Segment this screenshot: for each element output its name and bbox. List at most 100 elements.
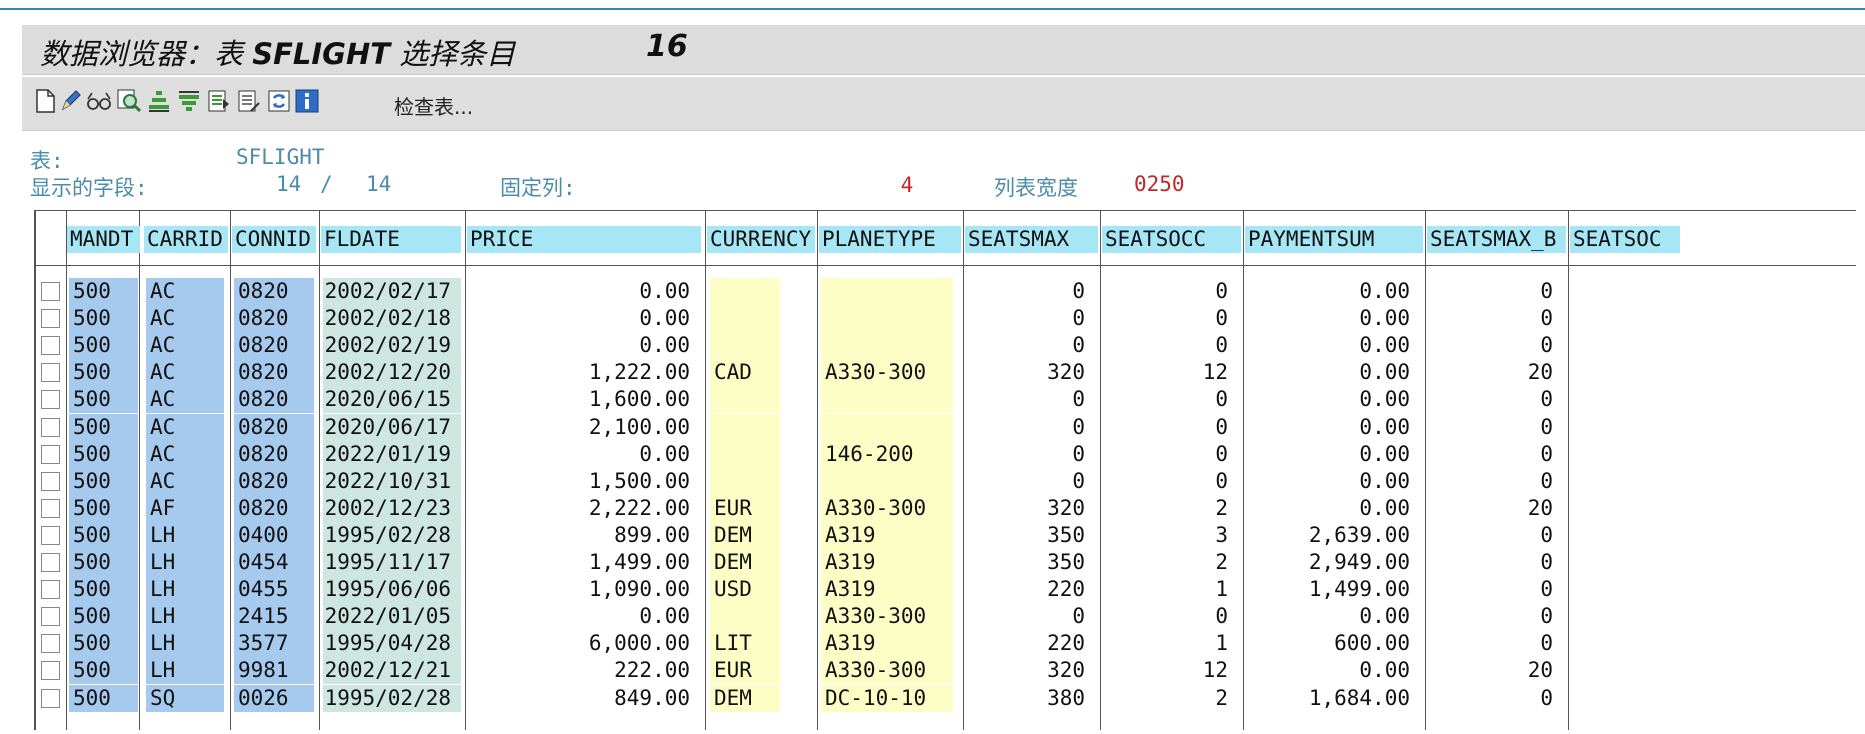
cell-seatsmax_b[interactable]: 0 — [1430, 630, 1563, 657]
cell-seatsmax[interactable]: 220 — [967, 630, 1095, 657]
cell-mandt[interactable]: 500 — [69, 278, 138, 305]
column-header-seatsmax_b[interactable]: SEATSMAX_B — [1427, 226, 1566, 253]
cell-seatsmax_b[interactable]: 0 — [1430, 685, 1563, 712]
cell-connid[interactable]: 0455 — [234, 576, 314, 604]
cell-currency[interactable] — [710, 278, 780, 305]
cell-connid[interactable]: 3577 — [234, 630, 314, 658]
cell-seatsmax_b[interactable]: 0 — [1430, 603, 1563, 630]
cell-seatsocc[interactable]: 0 — [1105, 278, 1238, 305]
cell-connid[interactable]: 0454 — [234, 549, 314, 576]
cell-mandt[interactable]: 500 — [69, 386, 138, 414]
cell-planetype[interactable] — [821, 305, 953, 333]
cell-carrid[interactable]: LH — [146, 630, 224, 658]
cell-seatsmax[interactable]: 350 — [967, 522, 1095, 549]
cell-seatsmax[interactable]: 0 — [967, 414, 1095, 441]
row-select-checkbox[interactable] — [41, 471, 60, 491]
row-select-checkbox[interactable] — [41, 661, 60, 681]
cell-connid[interactable]: 9981 — [234, 657, 314, 685]
cell-planetype[interactable]: A319 — [821, 549, 953, 576]
cell-currency[interactable]: DEM — [710, 521, 780, 549]
check-table-button[interactable]: 检查表... — [394, 91, 473, 120]
cell-mandt[interactable]: 500 — [69, 603, 138, 631]
cell-fldate[interactable]: 2002/12/23 — [323, 494, 461, 522]
cell-paymentsum[interactable]: 2,639.00 — [1248, 522, 1420, 549]
column-header-carrid[interactable]: CARRID — [144, 226, 228, 253]
cell-paymentsum[interactable]: 0.00 — [1248, 386, 1420, 413]
cell-seatsmax[interactable]: 380 — [967, 685, 1095, 712]
cell-seatsmax_b[interactable]: 0 — [1430, 332, 1563, 359]
row-select-checkbox[interactable] — [41, 390, 60, 410]
magnifier-icon[interactable] — [116, 88, 142, 114]
cell-currency[interactable] — [710, 603, 780, 631]
row-select-checkbox[interactable] — [41, 309, 60, 329]
cell-price[interactable]: 0.00 — [470, 603, 700, 630]
cell-price[interactable]: 1,222.00 — [470, 359, 700, 386]
row-select-checkbox[interactable] — [41, 282, 60, 301]
cell-price[interactable]: 6,000.00 — [470, 630, 700, 657]
cell-mandt[interactable]: 500 — [69, 332, 138, 360]
cell-mandt[interactable]: 500 — [69, 440, 138, 468]
cell-seatsmax[interactable]: 0 — [967, 386, 1095, 413]
cell-connid[interactable]: 0820 — [234, 332, 314, 360]
cell-connid[interactable]: 0820 — [234, 305, 314, 333]
pencil-icon[interactable] — [58, 88, 84, 114]
cell-seatsmax[interactable]: 0 — [967, 332, 1095, 359]
refresh-icon[interactable] — [266, 88, 292, 114]
cell-planetype[interactable]: A330-300 — [821, 657, 953, 685]
cell-carrid[interactable]: AC — [146, 413, 224, 441]
cell-carrid[interactable]: AC — [146, 467, 224, 495]
cell-fldate[interactable]: 2020/06/15 — [323, 386, 461, 414]
row-select-checkbox[interactable] — [41, 688, 60, 708]
cell-paymentsum[interactable]: 1,499.00 — [1248, 576, 1420, 603]
cell-fldate[interactable]: 2022/01/05 — [323, 603, 461, 631]
cell-seatsocc[interactable]: 2 — [1105, 685, 1238, 712]
cell-seatsmax[interactable]: 0 — [967, 468, 1095, 495]
cell-planetype[interactable]: DC-10-10 — [821, 684, 953, 712]
cell-planetype[interactable]: A319 — [821, 521, 953, 549]
cell-connid[interactable]: 0820 — [234, 413, 314, 441]
cell-connid[interactable]: 0820 — [234, 440, 314, 468]
column-header-seatsmax[interactable]: SEATSMAX — [965, 226, 1098, 253]
sort-ascending-icon[interactable] — [146, 88, 172, 114]
cell-seatsocc[interactable]: 0 — [1105, 305, 1238, 332]
cell-seatsocc[interactable]: 3 — [1105, 522, 1238, 549]
row-select-checkbox[interactable] — [41, 607, 60, 627]
cell-seatsocc[interactable]: 0 — [1105, 386, 1238, 413]
cell-connid[interactable]: 0820 — [234, 467, 314, 495]
cell-mandt[interactable]: 500 — [69, 630, 138, 658]
cell-connid[interactable]: 0820 — [234, 278, 314, 305]
cell-planetype[interactable]: A330-300 — [821, 603, 953, 631]
glasses-icon[interactable] — [86, 88, 112, 114]
cell-carrid[interactable]: LH — [146, 603, 224, 631]
cell-planetype[interactable] — [821, 413, 953, 441]
cell-fldate[interactable]: 2002/02/19 — [323, 332, 461, 360]
cell-seatsmax[interactable]: 320 — [967, 359, 1095, 386]
column-header-planetype[interactable]: PLANETYPE — [819, 226, 961, 253]
cell-seatsocc[interactable]: 12 — [1105, 359, 1238, 386]
cell-seatsmax_b[interactable]: 0 — [1430, 305, 1563, 332]
cell-connid[interactable]: 0820 — [234, 359, 314, 387]
column-header-seatsoc[interactable]: SEATSOC — [1570, 226, 1680, 253]
cell-price[interactable]: 0.00 — [470, 332, 700, 359]
cell-seatsmax_b[interactable]: 0 — [1430, 414, 1563, 441]
cell-seatsocc[interactable]: 0 — [1105, 332, 1238, 359]
cell-mandt[interactable]: 500 — [69, 549, 138, 576]
cell-seatsocc[interactable]: 2 — [1105, 495, 1238, 522]
cell-price[interactable]: 1,499.00 — [470, 549, 700, 576]
cell-price[interactable]: 1,090.00 — [470, 576, 700, 603]
cell-seatsmax[interactable]: 320 — [967, 495, 1095, 522]
row-select-checkbox[interactable] — [41, 553, 60, 572]
cell-carrid[interactable]: AC — [146, 386, 224, 414]
cell-seatsocc[interactable]: 1 — [1105, 576, 1238, 603]
cell-planetype[interactable] — [821, 332, 953, 360]
cell-fldate[interactable]: 2002/12/21 — [323, 657, 461, 685]
cell-fldate[interactable]: 1995/02/28 — [323, 684, 461, 712]
cell-currency[interactable] — [710, 413, 780, 441]
cell-seatsmax[interactable]: 320 — [967, 657, 1095, 684]
cell-paymentsum[interactable]: 0.00 — [1248, 332, 1420, 359]
cell-seatsocc[interactable]: 2 — [1105, 549, 1238, 576]
cell-seatsmax_b[interactable]: 20 — [1430, 359, 1563, 386]
cell-seatsmax_b[interactable]: 20 — [1430, 495, 1563, 522]
cell-carrid[interactable]: AC — [146, 440, 224, 468]
cell-carrid[interactable]: LH — [146, 657, 224, 685]
